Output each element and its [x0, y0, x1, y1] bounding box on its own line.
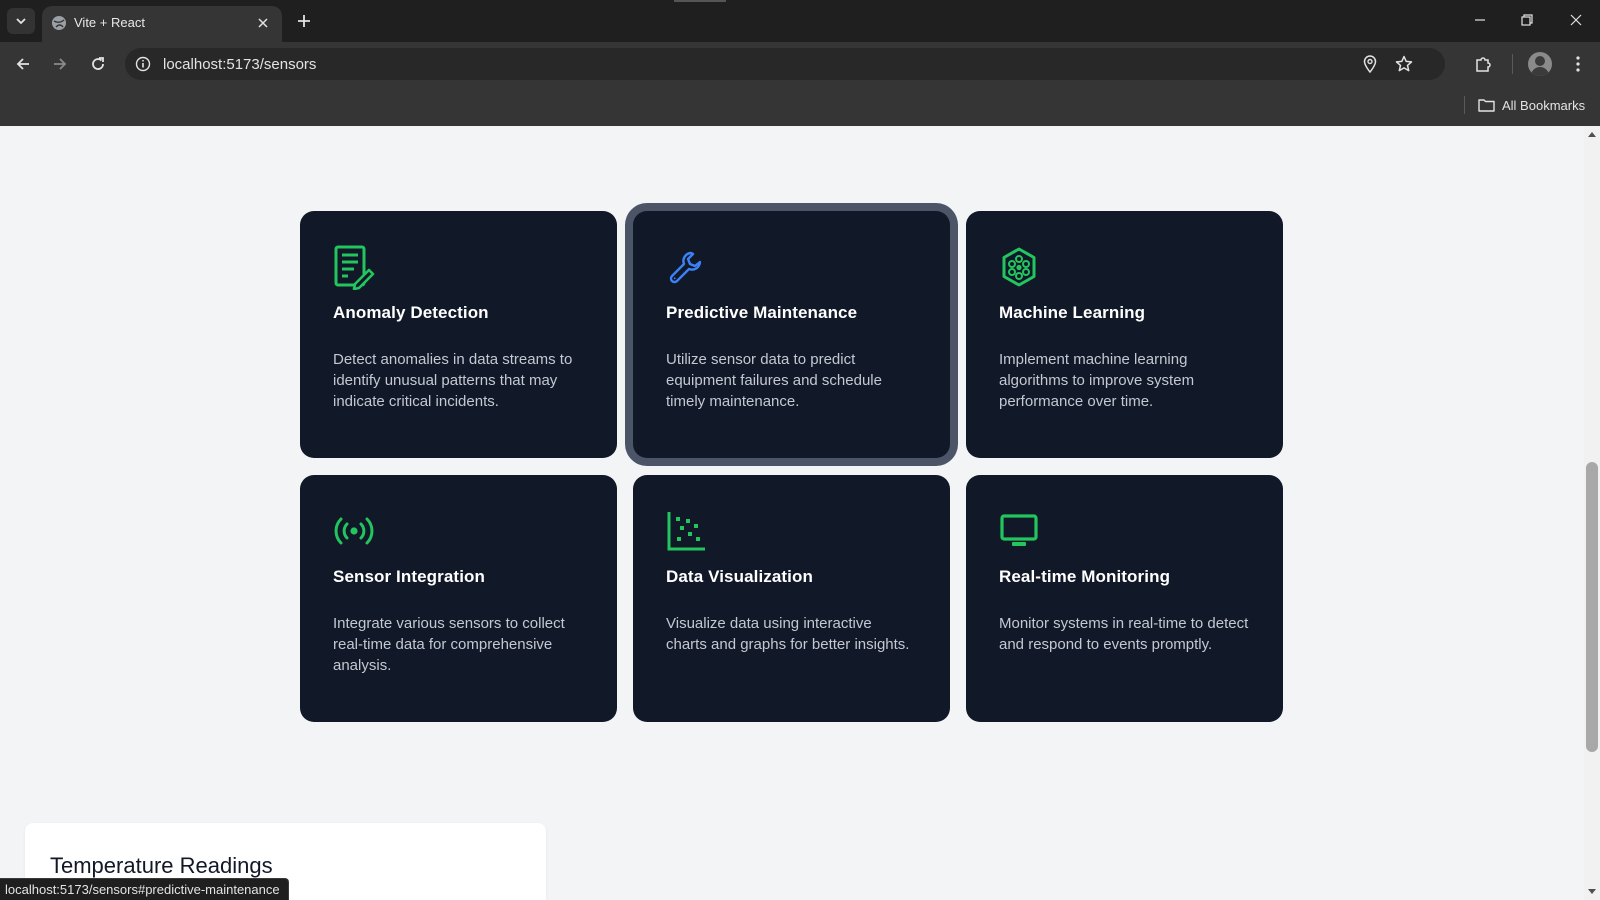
tab-search-button[interactable] — [7, 8, 35, 34]
broadcast-icon — [333, 507, 377, 555]
scatter-chart-icon — [666, 507, 710, 555]
feature-card-predictive-maintenance[interactable]: Predictive Maintenance Utilize sensor da… — [633, 211, 950, 458]
feature-title: Real-time Monitoring — [999, 567, 1171, 586]
feature-title: Anomaly Detection — [333, 303, 489, 322]
bookmark-star-button[interactable] — [1394, 54, 1414, 74]
reload-icon — [92, 57, 104, 70]
window-drag-marker — [674, 0, 726, 2]
page-viewport: Anomaly Detection Detect anomalies in da… — [0, 126, 1584, 900]
features-grid: Anomaly Detection Detect anomalies in da… — [300, 211, 1284, 722]
feature-card-data-visualization[interactable]: Data Visualization Visualize data using … — [633, 475, 950, 722]
feature-card-real-time-monitoring[interactable]: Real-time Monitoring Monitor systems in … — [966, 475, 1283, 722]
document-edit-icon — [333, 243, 377, 291]
link-status-bubble: localhost:5173/sensors#predictive-mainte… — [0, 878, 289, 900]
puzzle-icon — [1476, 57, 1491, 72]
info-icon — [135, 56, 151, 72]
browser-menu-button[interactable] — [1566, 52, 1590, 76]
browser-tab[interactable]: Vite + React — [42, 6, 282, 42]
arrow-left-icon — [16, 58, 29, 70]
reload-button[interactable] — [85, 51, 111, 77]
tab-close-button[interactable] — [253, 13, 273, 33]
browser-toolbar: localhost:5173/sensors — [0, 42, 1600, 86]
extensions-button[interactable] — [1472, 52, 1496, 76]
avatar-body — [1531, 67, 1549, 76]
monitor-icon — [999, 507, 1043, 555]
address-bar[interactable]: localhost:5173/sensors — [125, 48, 1445, 80]
scrollbar-thumb[interactable] — [1586, 462, 1598, 752]
feature-title: Data Visualization — [666, 567, 813, 586]
location-button[interactable] — [1360, 54, 1380, 74]
feature-title: Predictive Maintenance — [666, 303, 858, 322]
star-icon — [1395, 55, 1413, 72]
feature-description: Monitor systems in real-time to detect a… — [999, 615, 1249, 653]
forward-button[interactable] — [47, 51, 73, 77]
section-title: Temperature Readings — [50, 853, 273, 878]
molecule-hexagon-icon — [999, 243, 1043, 291]
close-icon — [258, 18, 268, 28]
page-scrollbar[interactable] — [1584, 126, 1600, 900]
feature-description: Utilize sensor data to predict equipment… — [666, 351, 882, 410]
location-pin-icon — [1363, 55, 1377, 73]
site-info-button[interactable] — [133, 54, 153, 74]
wrench-icon — [666, 243, 710, 291]
bookmarks-bar: All Bookmarks — [0, 86, 1600, 126]
new-tab-button[interactable] — [292, 9, 316, 33]
minimize-icon — [1475, 19, 1485, 21]
more-vertical-icon — [1576, 56, 1580, 72]
restore-icon — [1521, 14, 1533, 26]
minimize-button[interactable] — [1464, 6, 1496, 34]
feature-card-sensor-integration[interactable]: Sensor Integration Integrate various sen… — [300, 475, 617, 722]
close-icon — [1570, 14, 1582, 26]
address-url: localhost:5173/sensors — [163, 56, 317, 73]
profile-avatar[interactable] — [1528, 52, 1552, 76]
feature-title: Sensor Integration — [333, 567, 485, 586]
folder-icon — [1478, 99, 1495, 112]
plus-icon — [298, 15, 310, 27]
close-window-button[interactable] — [1560, 6, 1592, 34]
browser-tab-bar: Vite + React — [0, 0, 1600, 42]
globe-icon — [52, 16, 66, 30]
scroll-down-arrow-icon[interactable] — [1588, 889, 1596, 894]
restore-button[interactable] — [1511, 6, 1543, 34]
feature-description: Integrate various sensors to collect rea… — [333, 615, 565, 674]
feature-title: Machine Learning — [999, 303, 1146, 322]
toolbar-separator — [1512, 54, 1513, 74]
tab-title: Vite + React — [74, 15, 145, 30]
avatar-head — [1535, 56, 1545, 66]
feature-description: Implement machine learning algorithms to… — [999, 351, 1195, 410]
feature-card-anomaly-detection[interactable]: Anomaly Detection Detect anomalies in da… — [300, 211, 617, 458]
feature-card-machine-learning[interactable]: Machine Learning Implement machine learn… — [966, 211, 1283, 458]
back-button[interactable] — [10, 51, 36, 77]
scroll-up-arrow-icon[interactable] — [1588, 132, 1596, 137]
chevron-down-icon — [16, 18, 26, 25]
arrow-right-icon — [54, 58, 67, 70]
all-bookmarks-button[interactable]: All Bookmarks — [1478, 94, 1585, 116]
feature-description: Detect anomalies in data streams to iden… — [333, 351, 573, 410]
bookmarks-separator — [1464, 96, 1465, 114]
feature-description: Visualize data using interactive charts … — [666, 615, 910, 653]
all-bookmarks-label: All Bookmarks — [1502, 97, 1586, 113]
